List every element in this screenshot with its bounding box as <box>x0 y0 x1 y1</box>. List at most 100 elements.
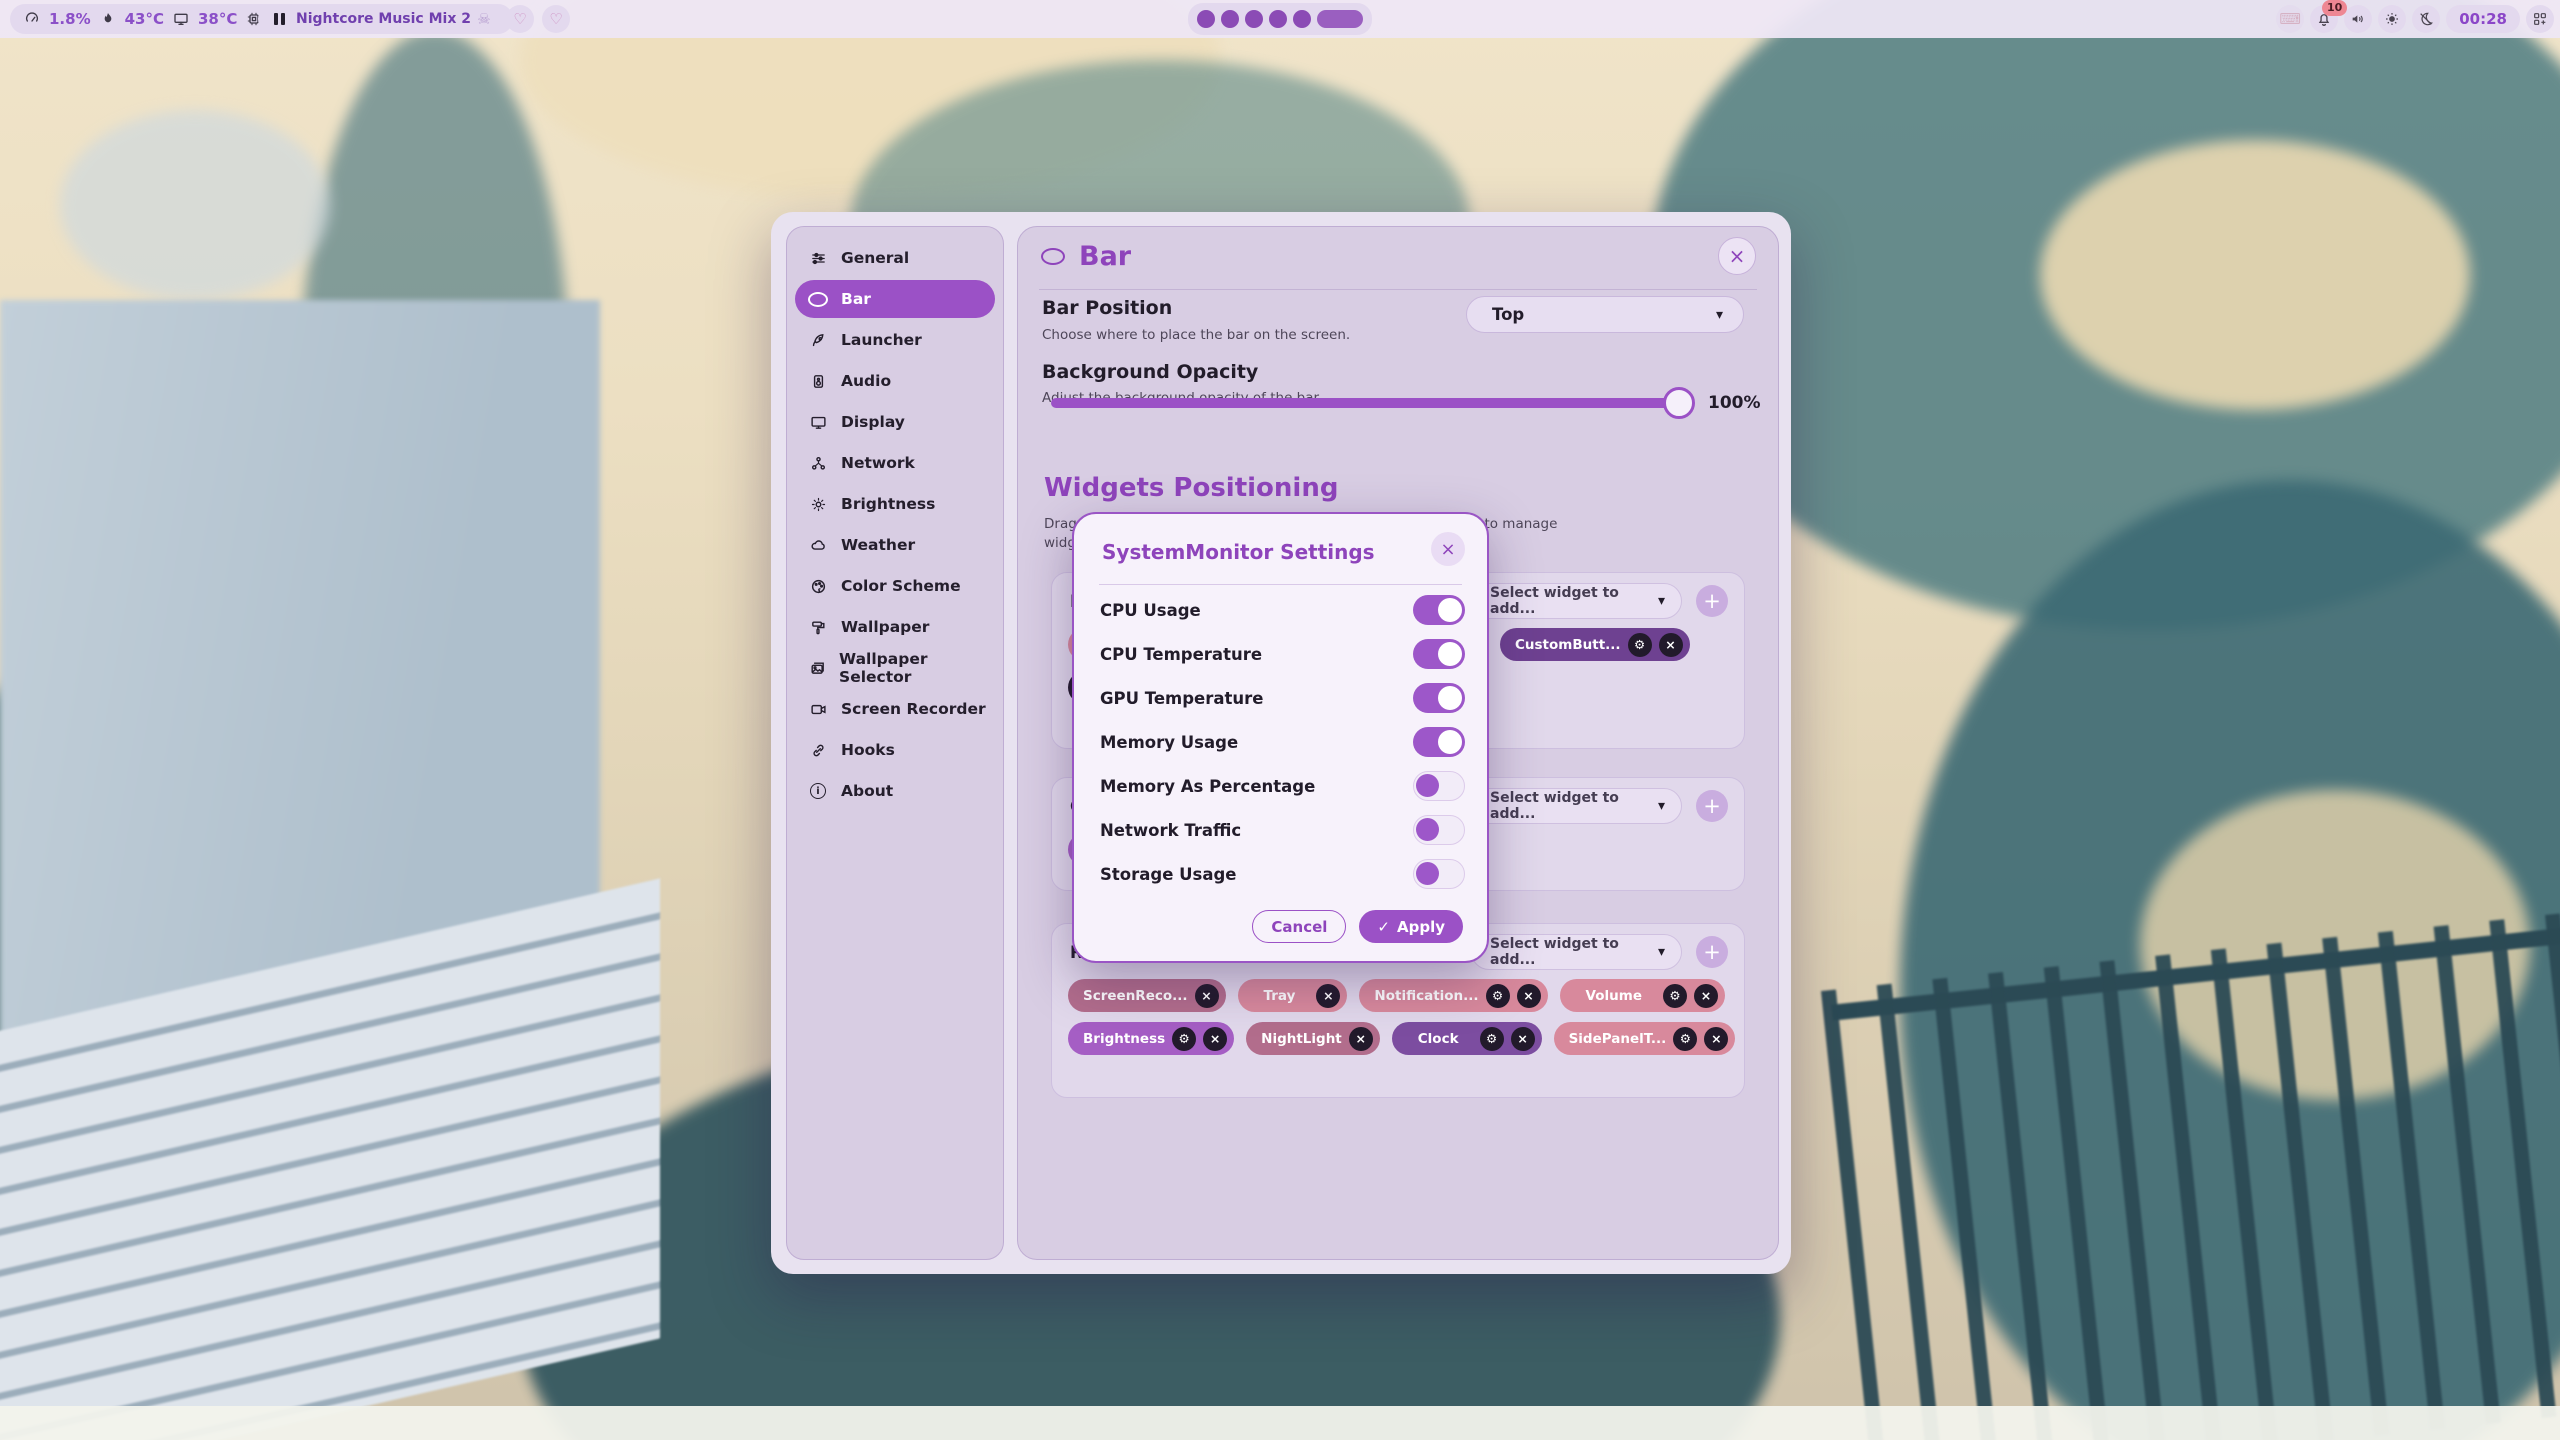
cpu-temperature-value: 43°C <box>125 10 164 28</box>
dialog-title: SystemMonitor Settings <box>1102 540 1375 564</box>
sidebar-item-network[interactable]: Network <box>795 444 995 482</box>
heart-button[interactable]: ♡ <box>506 5 534 33</box>
remove-icon[interactable]: × <box>1203 1027 1227 1051</box>
brightness-button[interactable] <box>2378 5 2406 33</box>
add-widget-button[interactable]: + <box>1696 585 1728 617</box>
toggle-cpu-usage[interactable] <box>1413 595 1465 625</box>
widgets-positioning-title: Widgets Positioning <box>1044 473 1338 503</box>
app-launcher-button[interactable] <box>2526 5 2554 33</box>
media-title: Nightcore Music Mix 20... <box>296 11 497 27</box>
sidebar-item-label: Color Scheme <box>841 577 961 595</box>
pause-icon[interactable] <box>274 13 285 25</box>
network-icon <box>808 455 828 472</box>
heart-button[interactable]: ♡ <box>542 5 570 33</box>
night-light-button[interactable] <box>2412 5 2440 33</box>
add-widget-button[interactable]: + <box>1696 936 1728 968</box>
clock[interactable]: 00:28 <box>2446 5 2520 33</box>
remove-icon[interactable]: × <box>1316 984 1340 1008</box>
toggle-label: Memory Usage <box>1100 733 1238 752</box>
sidebar-item-bar[interactable]: Bar <box>795 280 995 318</box>
toggle-cpu-temperature[interactable] <box>1413 639 1465 669</box>
cpu-usage-value: 1.8% <box>49 10 91 28</box>
sidebar-item-wallpaper[interactable]: Wallpaper <box>795 608 995 646</box>
widget-chip-brightness[interactable]: Brightness⚙× <box>1068 1022 1234 1055</box>
toggle-network-traffic[interactable] <box>1413 815 1465 845</box>
systemmonitor-dialog: SystemMonitor Settings × CPU UsageCPU Te… <box>1072 512 1489 963</box>
sidebar-item-color-scheme[interactable]: Color Scheme <box>795 567 995 605</box>
slider-knob[interactable] <box>1663 387 1695 419</box>
gear-icon[interactable]: ⚙ <box>1628 633 1652 657</box>
flame-icon <box>100 11 116 27</box>
remove-icon[interactable]: × <box>1659 633 1683 657</box>
close-icon: × <box>1729 244 1746 268</box>
sidebar-item-audio[interactable]: Audio <box>795 362 995 400</box>
workspaces-pill[interactable] <box>1188 3 1372 35</box>
add-widget-dropdown[interactable]: Select widget to add...▾ <box>1471 788 1682 824</box>
workspace-dot[interactable] <box>1197 10 1215 28</box>
dialog-close-button[interactable]: × <box>1431 532 1465 566</box>
toggle-gpu-temperature[interactable] <box>1413 683 1465 713</box>
remove-icon[interactable]: × <box>1349 1027 1373 1051</box>
notifications-button[interactable]: 10 <box>2310 5 2338 33</box>
volume-button[interactable] <box>2344 5 2372 33</box>
remove-icon[interactable]: × <box>1195 984 1219 1008</box>
toggle-storage-usage[interactable] <box>1413 859 1465 889</box>
gear-icon[interactable]: ⚙ <box>1673 1027 1697 1051</box>
sidebar-item-wallpaper-selector[interactable]: Wallpaper Selector <box>795 649 995 687</box>
gear-icon[interactable]: ⚙ <box>1663 984 1687 1008</box>
sidebar-item-hooks[interactable]: Hooks <box>795 731 995 769</box>
add-widget-dropdown[interactable]: Select widget to add...▾ <box>1471 583 1682 619</box>
toggle-label: Storage Usage <box>1100 865 1236 884</box>
background-opacity-slider[interactable] <box>1051 398 1691 408</box>
sidebar-item-label: Wallpaper <box>841 618 929 636</box>
sidebar-item-display[interactable]: Display <box>795 403 995 441</box>
widget-chip-label: Clock <box>1418 1031 1459 1047</box>
remove-icon[interactable]: × <box>1517 984 1541 1008</box>
add-widget-dropdown[interactable]: Select widget to add...▾ <box>1471 934 1682 970</box>
grid-plus-icon <box>2532 11 2548 27</box>
widget-chip-custombutt[interactable]: CustomButt...⚙× <box>1500 628 1690 661</box>
workspace-dot[interactable] <box>1245 10 1263 28</box>
sidebar-item-screen-recorder[interactable]: Screen Recorder <box>795 690 995 728</box>
workspace-dot[interactable] <box>1269 10 1287 28</box>
sidebar-item-weather[interactable]: Weather <box>795 526 995 564</box>
toggle-memory-usage[interactable] <box>1413 727 1465 757</box>
dialog-toggle-row: Storage Usage <box>1100 852 1465 896</box>
widget-chip-sidepanelt[interactable]: SidePanelT...⚙× <box>1554 1022 1736 1055</box>
toggle-memory-as-percentage[interactable] <box>1413 771 1465 801</box>
cancel-button[interactable]: Cancel <box>1252 910 1346 943</box>
close-button[interactable]: × <box>1718 237 1756 275</box>
chip-row: ScreenReco...×Tray×Notification...⚙×Volu… <box>1068 979 1735 1012</box>
bar-position-label: Bar Position <box>1042 297 1172 319</box>
widget-chip-nightlight[interactable]: NightLight× <box>1246 1022 1380 1055</box>
skull-button[interactable]: ☠ <box>470 5 498 33</box>
sidebar-item-about[interactable]: iAbout <box>795 772 995 810</box>
widget-chip-notification[interactable]: Notification...⚙× <box>1359 979 1547 1012</box>
remove-icon[interactable]: × <box>1694 984 1718 1008</box>
sidebar-item-general[interactable]: General <box>795 239 995 277</box>
workspace-active[interactable] <box>1317 10 1363 28</box>
gear-icon[interactable]: ⚙ <box>1172 1027 1196 1051</box>
workspace-dot[interactable] <box>1221 10 1239 28</box>
add-widget-button[interactable]: + <box>1696 790 1728 822</box>
remove-icon[interactable]: × <box>1704 1027 1728 1051</box>
sidebar-item-brightness[interactable]: Brightness <box>795 485 995 523</box>
gear-icon[interactable]: ⚙ <box>1486 984 1510 1008</box>
divider <box>1099 584 1462 585</box>
bar-position-dropdown[interactable]: Top ▾ <box>1466 296 1744 333</box>
sidebar-item-launcher[interactable]: Launcher <box>795 321 995 359</box>
workspace-dot[interactable] <box>1293 10 1311 28</box>
widget-chip-clock[interactable]: Clock ⚙ × <box>1392 1022 1542 1055</box>
bar-position-value: Top <box>1492 305 1524 324</box>
widget-chip-screenreco[interactable]: ScreenReco...× <box>1068 979 1226 1012</box>
apply-button[interactable]: ✓ Apply <box>1359 910 1463 943</box>
widget-chip-volume[interactable]: Volume⚙× <box>1560 979 1725 1012</box>
add-widget-placeholder: Select widget to add... <box>1490 585 1658 617</box>
widget-chip-tray[interactable]: Tray× <box>1238 979 1348 1012</box>
toggle-knob <box>1438 686 1462 710</box>
remove-icon[interactable]: × <box>1511 1027 1535 1051</box>
gear-icon[interactable]: ⚙ <box>1480 1027 1504 1051</box>
link-icon <box>808 742 828 759</box>
images-icon <box>808 660 826 677</box>
keyboard-layout-icon[interactable]: ⌨ <box>2276 5 2304 33</box>
